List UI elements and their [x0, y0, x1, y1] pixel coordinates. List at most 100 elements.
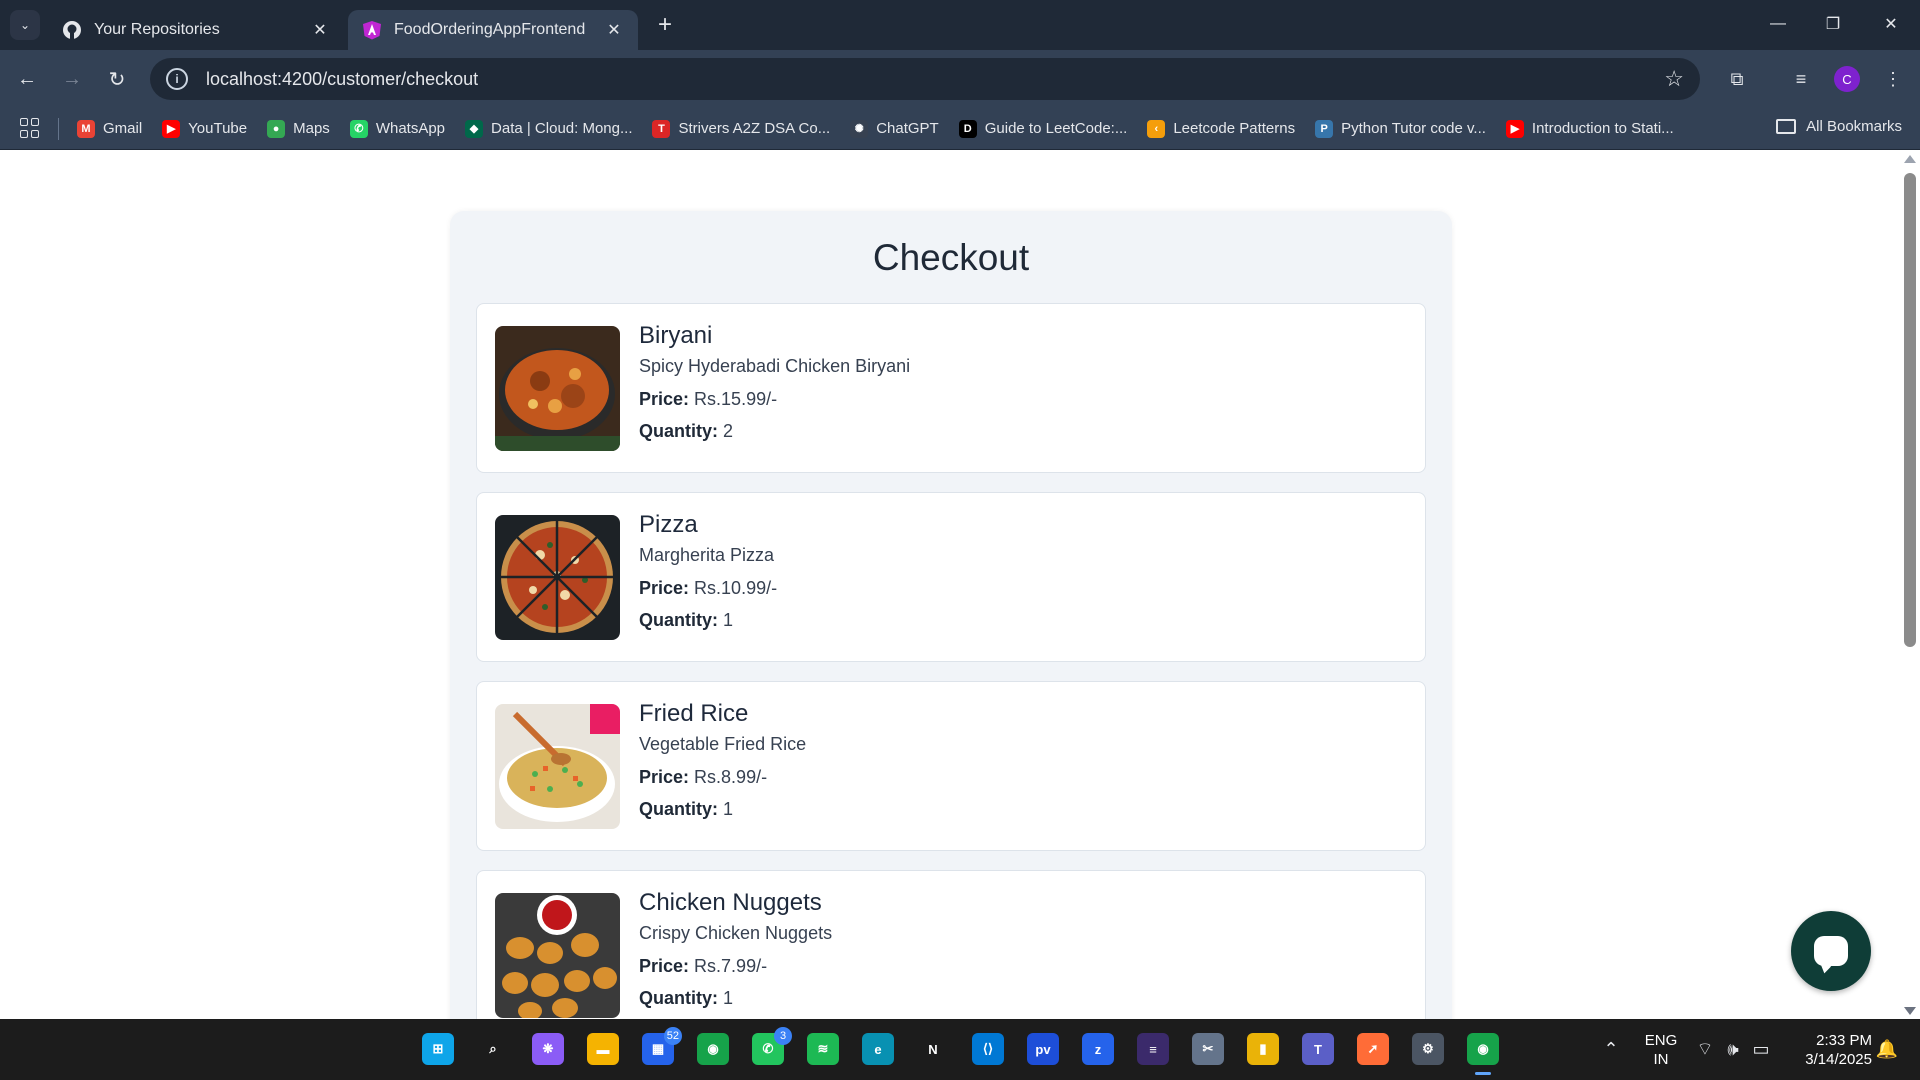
clock[interactable]: 2:33 PM 3/14/2025	[1792, 1031, 1872, 1069]
price-value: Rs.15.99/-	[694, 389, 778, 409]
extensions-icon[interactable]: ⧉	[1722, 64, 1752, 94]
minimize-button[interactable]: —	[1758, 8, 1798, 40]
bookmark-star-icon[interactable]: ☆	[1664, 66, 1684, 92]
bookmark-item[interactable]: ● Maps	[267, 119, 330, 138]
tab-search-button[interactable]: ⌄	[10, 10, 40, 40]
app-glyph: ✂	[1202, 1041, 1214, 1056]
netflix-icon[interactable]: N	[917, 1033, 949, 1065]
bookmark-item[interactable]: ◆ Data | Cloud: Mong...	[465, 119, 632, 138]
chat-button[interactable]	[1791, 911, 1871, 991]
address-bar[interactable]: i localhost:4200/customer/checkout ☆	[150, 58, 1700, 100]
close-icon[interactable]: ✕	[604, 20, 624, 40]
store-icon[interactable]: ▦ 52	[642, 1027, 682, 1065]
mongodb-icon: ◆	[465, 119, 484, 138]
page-title: Checkout	[872, 237, 1030, 278]
python-icon: P	[1315, 119, 1334, 138]
tab-your-repositories[interactable]: Your Repositories ✕	[48, 10, 344, 50]
quantity-value: 2	[723, 421, 734, 441]
snipping-tool-icon[interactable]: ✂	[1192, 1033, 1224, 1065]
teams-icon[interactable]: T	[1302, 1033, 1334, 1065]
leetcode-icon: ‹	[1147, 119, 1166, 138]
bookmark-list: M Gmail ▶ YouTube ● Maps ✆ WhatsApp ◆ Data | Clou…	[77, 119, 1694, 138]
postman-icon[interactable]: ➚	[1357, 1033, 1389, 1065]
scrollbar[interactable]	[1900, 151, 1920, 1019]
volume-icon[interactable]: 🕪	[1718, 1034, 1748, 1064]
eclipse-icon[interactable]: ≡	[1137, 1033, 1169, 1065]
media-controls-icon[interactable]: ≡	[1786, 64, 1816, 94]
bookmark-item[interactable]: ▶ Introduction to Stati...	[1505, 119, 1674, 138]
forward-button[interactable]: →	[55, 62, 89, 96]
profile-avatar[interactable]: C	[1834, 66, 1860, 92]
app-glyph: pv	[1035, 1041, 1051, 1057]
search-icon[interactable]: ⌕	[477, 1033, 509, 1065]
menu-icon[interactable]: ⋮	[1878, 64, 1908, 94]
app-glyph: ⌕	[489, 1041, 497, 1056]
checkout-item-card: Fried Rice Vegetable Fried Rice Price: Rs.…	[476, 681, 1426, 851]
reload-button[interactable]: ↻	[100, 62, 134, 96]
browser-toolbar: ← → ↻ i localhost:4200/customer/checkout…	[0, 50, 1920, 108]
app-glyph: ⚙	[1422, 1041, 1434, 1056]
price-label: Price:	[639, 767, 690, 787]
quantity-label: Quantity:	[639, 988, 718, 1008]
chevron-down-icon: ⌄	[19, 18, 31, 32]
chrome-icon[interactable]: ◉	[697, 1033, 729, 1065]
url-text[interactable]: localhost:4200/customer/checkout	[206, 69, 1664, 90]
price-label: Price:	[639, 389, 690, 409]
new-tab-button[interactable]: +	[652, 11, 678, 38]
bookmark-item[interactable]: ▶ YouTube	[162, 119, 247, 138]
close-icon[interactable]: ✕	[310, 20, 330, 40]
app-glyph: ◉	[707, 1041, 719, 1056]
checkout-item-card: Biryani Spicy Hyderabadi Chicken Biryani P…	[476, 303, 1426, 473]
whatsapp-icon: ✆	[349, 119, 368, 138]
all-bookmarks-button[interactable]: All Bookmarks	[1776, 118, 1902, 135]
github-icon	[62, 20, 82, 40]
bookmark-item[interactable]: M Gmail	[77, 119, 142, 138]
bookmark-item[interactable]: P Python Tutor code v...	[1315, 119, 1486, 138]
bookmark-item[interactable]: ‹ Leetcode Patterns	[1147, 119, 1295, 138]
item-info: Chicken Nuggets Crispy Chicken Nuggets Pri…	[639, 889, 832, 1019]
spotify-icon[interactable]: ≋	[807, 1033, 839, 1065]
copilot-icon[interactable]: ❋	[532, 1033, 564, 1065]
bookmark-label: Introduction to Stati...	[1531, 120, 1674, 137]
whatsapp-icon[interactable]: ✆ 3	[752, 1027, 792, 1065]
start-icon[interactable]: ⊞	[422, 1033, 454, 1065]
scrollbar-thumb[interactable]	[1904, 173, 1916, 647]
language-indicator[interactable]: ENG IN	[1641, 1031, 1681, 1069]
app-glyph: z	[1094, 1041, 1102, 1057]
bookmark-item[interactable]: T Strivers A2Z DSA Co...	[652, 119, 830, 138]
restore-button[interactable]: ❐	[1813, 8, 1853, 40]
site-info-icon[interactable]: i	[166, 68, 188, 90]
item-description: Margherita Pizza	[639, 545, 775, 565]
tab-strip: ⌄ Your Repositories ✕ FoodOrderingAppFro…	[0, 0, 1920, 50]
vscode-icon[interactable]: ⟨⟩	[972, 1033, 1004, 1065]
bookmark-item[interactable]: ✆ WhatsApp	[349, 119, 445, 138]
scroll-up-arrow-icon[interactable]	[1904, 155, 1916, 163]
chrome-profile-icon[interactable]: ◉	[1467, 1033, 1499, 1075]
zoom-icon[interactable]: z	[1082, 1033, 1114, 1065]
food-image	[495, 326, 620, 451]
quantity-value: 1	[723, 799, 734, 819]
close-window-button[interactable]: ✕	[1871, 8, 1911, 40]
wifi-icon[interactable]: ⌔	[1690, 1034, 1720, 1064]
back-button[interactable]: ←	[10, 62, 44, 96]
bookmark-item[interactable]: ✺ ChatGPT	[850, 119, 939, 138]
gmail-icon: M	[77, 119, 95, 138]
prime-video-icon[interactable]: pv	[1027, 1033, 1059, 1065]
chevron-up-icon[interactable]: ⌃	[1596, 1034, 1626, 1064]
edge-icon[interactable]: e	[862, 1033, 894, 1065]
price-label: Price:	[639, 956, 690, 976]
battery-icon[interactable]: ▭	[1746, 1034, 1776, 1064]
notification-icon[interactable]: 🔔	[1872, 1034, 1902, 1064]
page-viewport: Checkout Biryani Spicy Hyderabadi Chicken…	[0, 151, 1920, 1019]
bookmark-item[interactable]: D Guide to LeetCode:...	[958, 119, 1127, 138]
chatgpt-icon: ✺	[850, 119, 869, 138]
file-explorer-icon[interactable]: ▬	[587, 1033, 619, 1065]
apps-grid-icon[interactable]	[20, 117, 42, 140]
tab-food-ordering-app[interactable]: FoodOrderingAppFrontend ✕	[348, 10, 638, 50]
scroll-down-arrow-icon[interactable]	[1904, 1007, 1916, 1015]
app-glyph: ⟨⟩	[982, 1041, 994, 1056]
youtube-icon: ▶	[162, 119, 181, 138]
item-quantity: Quantity: 2	[639, 421, 910, 453]
power-bi-icon[interactable]: ▮	[1247, 1033, 1279, 1065]
settings-icon[interactable]: ⚙	[1412, 1033, 1444, 1065]
